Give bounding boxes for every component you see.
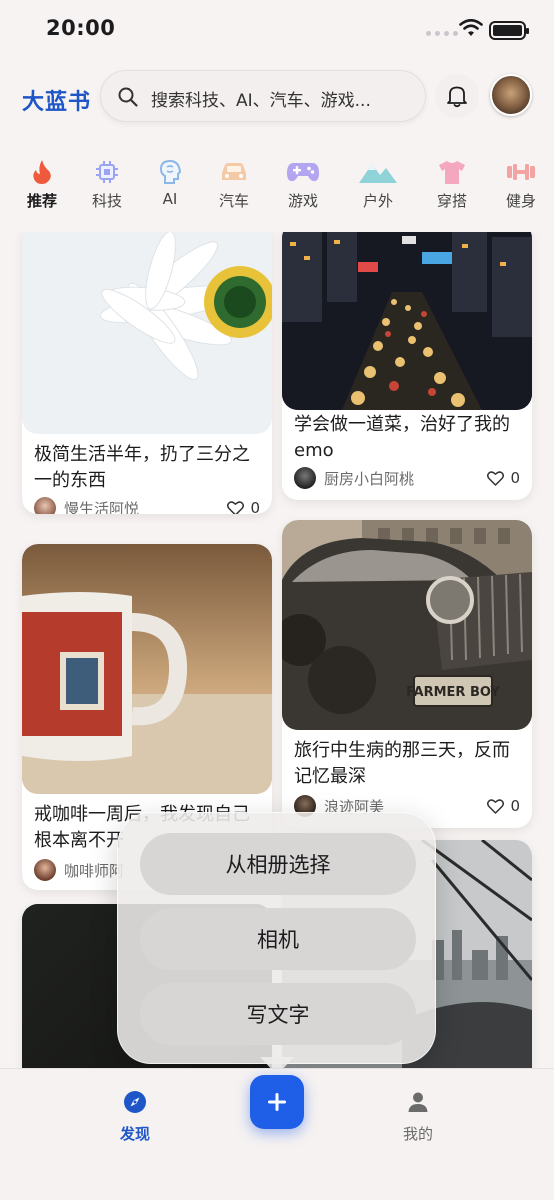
category-fitness[interactable]: 健身	[496, 158, 554, 211]
card-meta: 厨房小白阿桃 0	[294, 466, 520, 490]
like-button[interactable]: 0	[227, 499, 260, 514]
bell-icon	[447, 86, 467, 108]
car-icon	[222, 163, 246, 180]
person-icon	[408, 1092, 428, 1112]
card-title: 极简生活半年，扔了三分之一的东西	[34, 444, 250, 491]
feed-card[interactable]: FARMER BOY 旅行中生病的那三天，反而记忆最深 浪迹阿美 0	[282, 520, 532, 828]
category-outdoor[interactable]: 户外	[346, 158, 410, 211]
category-game[interactable]: 游戏	[271, 158, 335, 211]
category-car[interactable]: 汽车	[202, 158, 266, 211]
heart-icon	[487, 798, 505, 814]
category-recommend[interactable]: 推荐	[10, 158, 74, 211]
author-name: 慢生活阿悦	[64, 499, 140, 515]
tshirt-icon	[439, 161, 465, 184]
dumbbell-icon	[507, 164, 535, 180]
author-avatar	[34, 859, 56, 881]
wifi-icon	[459, 19, 483, 36]
like-count: 0	[510, 797, 520, 815]
coffee-mug-photo	[22, 544, 272, 794]
card-title: 学会做一道菜，治好了我的emo	[294, 414, 510, 461]
heart-icon	[487, 470, 505, 486]
compass-icon	[124, 1091, 146, 1113]
heart-icon	[227, 500, 245, 514]
vintage-car-photo: FARMER BOY	[282, 520, 532, 730]
flame-icon	[33, 160, 51, 184]
chip-icon	[96, 161, 118, 183]
user-avatar[interactable]	[490, 74, 532, 116]
search-bar[interactable]: 搜索科技、AI、汽车、游戏...	[100, 70, 426, 122]
battery-icon	[489, 21, 529, 40]
feed-card[interactable]: 学会做一道菜，治好了我的emo 厨房小白阿桃 0	[282, 232, 532, 500]
write-text-button[interactable]: 写文字	[140, 983, 416, 1045]
category-bar: 推荐 科技 AI 汽车 游戏 户外 穿搭 健身	[0, 158, 554, 218]
card-title: 旅行中生病的那三天，反而记忆最深	[294, 740, 510, 787]
brain-icon	[159, 159, 182, 184]
plus-icon	[268, 1093, 286, 1111]
svg-text:FARMER BOY: FARMER BOY	[406, 685, 500, 700]
search-placeholder: 搜索科技、AI、汽车、游戏...	[151, 91, 371, 111]
like-count: 0	[510, 469, 520, 487]
create-post-button[interactable]	[250, 1075, 304, 1129]
choose-from-album-button[interactable]: 从相册选择	[140, 833, 416, 895]
tab-mine[interactable]: 我的	[378, 1089, 458, 1144]
like-button[interactable]: 0	[487, 469, 520, 487]
feed-card[interactable]: 极简生活半年，扔了三分之一的东西 慢生活阿悦 0	[22, 232, 272, 514]
category-outfit[interactable]: 穿搭	[420, 158, 484, 211]
author-name: 厨房小白阿桃	[324, 469, 415, 488]
camera-button[interactable]: 相机	[140, 908, 416, 970]
author-avatar	[34, 497, 56, 514]
author-avatar	[294, 467, 316, 489]
tab-bar: 发现 我的	[0, 1068, 554, 1200]
notification-button[interactable]	[435, 74, 479, 118]
category-ai[interactable]: AI	[138, 158, 202, 208]
status-time: 20:00	[46, 16, 116, 40]
category-tech[interactable]: 科技	[75, 158, 139, 211]
create-post-menu: 从相册选择 相机 写文字	[117, 812, 436, 1075]
mountain-icon	[359, 164, 397, 183]
like-count: 0	[250, 499, 260, 514]
daisy-photo	[22, 232, 272, 434]
search-icon	[118, 87, 138, 107]
city-night-traffic-photo	[282, 232, 532, 410]
status-bar: 20:00	[0, 0, 554, 58]
card-meta: 慢生活阿悦 0	[34, 496, 260, 514]
app-header: 大蓝书 搜索科技、AI、汽车、游戏...	[0, 68, 554, 126]
tab-discover[interactable]: 发现	[95, 1089, 175, 1144]
gamepad-icon	[287, 163, 319, 182]
signal-dots-icon	[426, 31, 458, 36]
like-button[interactable]: 0	[487, 797, 520, 815]
app-logo: 大蓝书	[22, 90, 92, 115]
